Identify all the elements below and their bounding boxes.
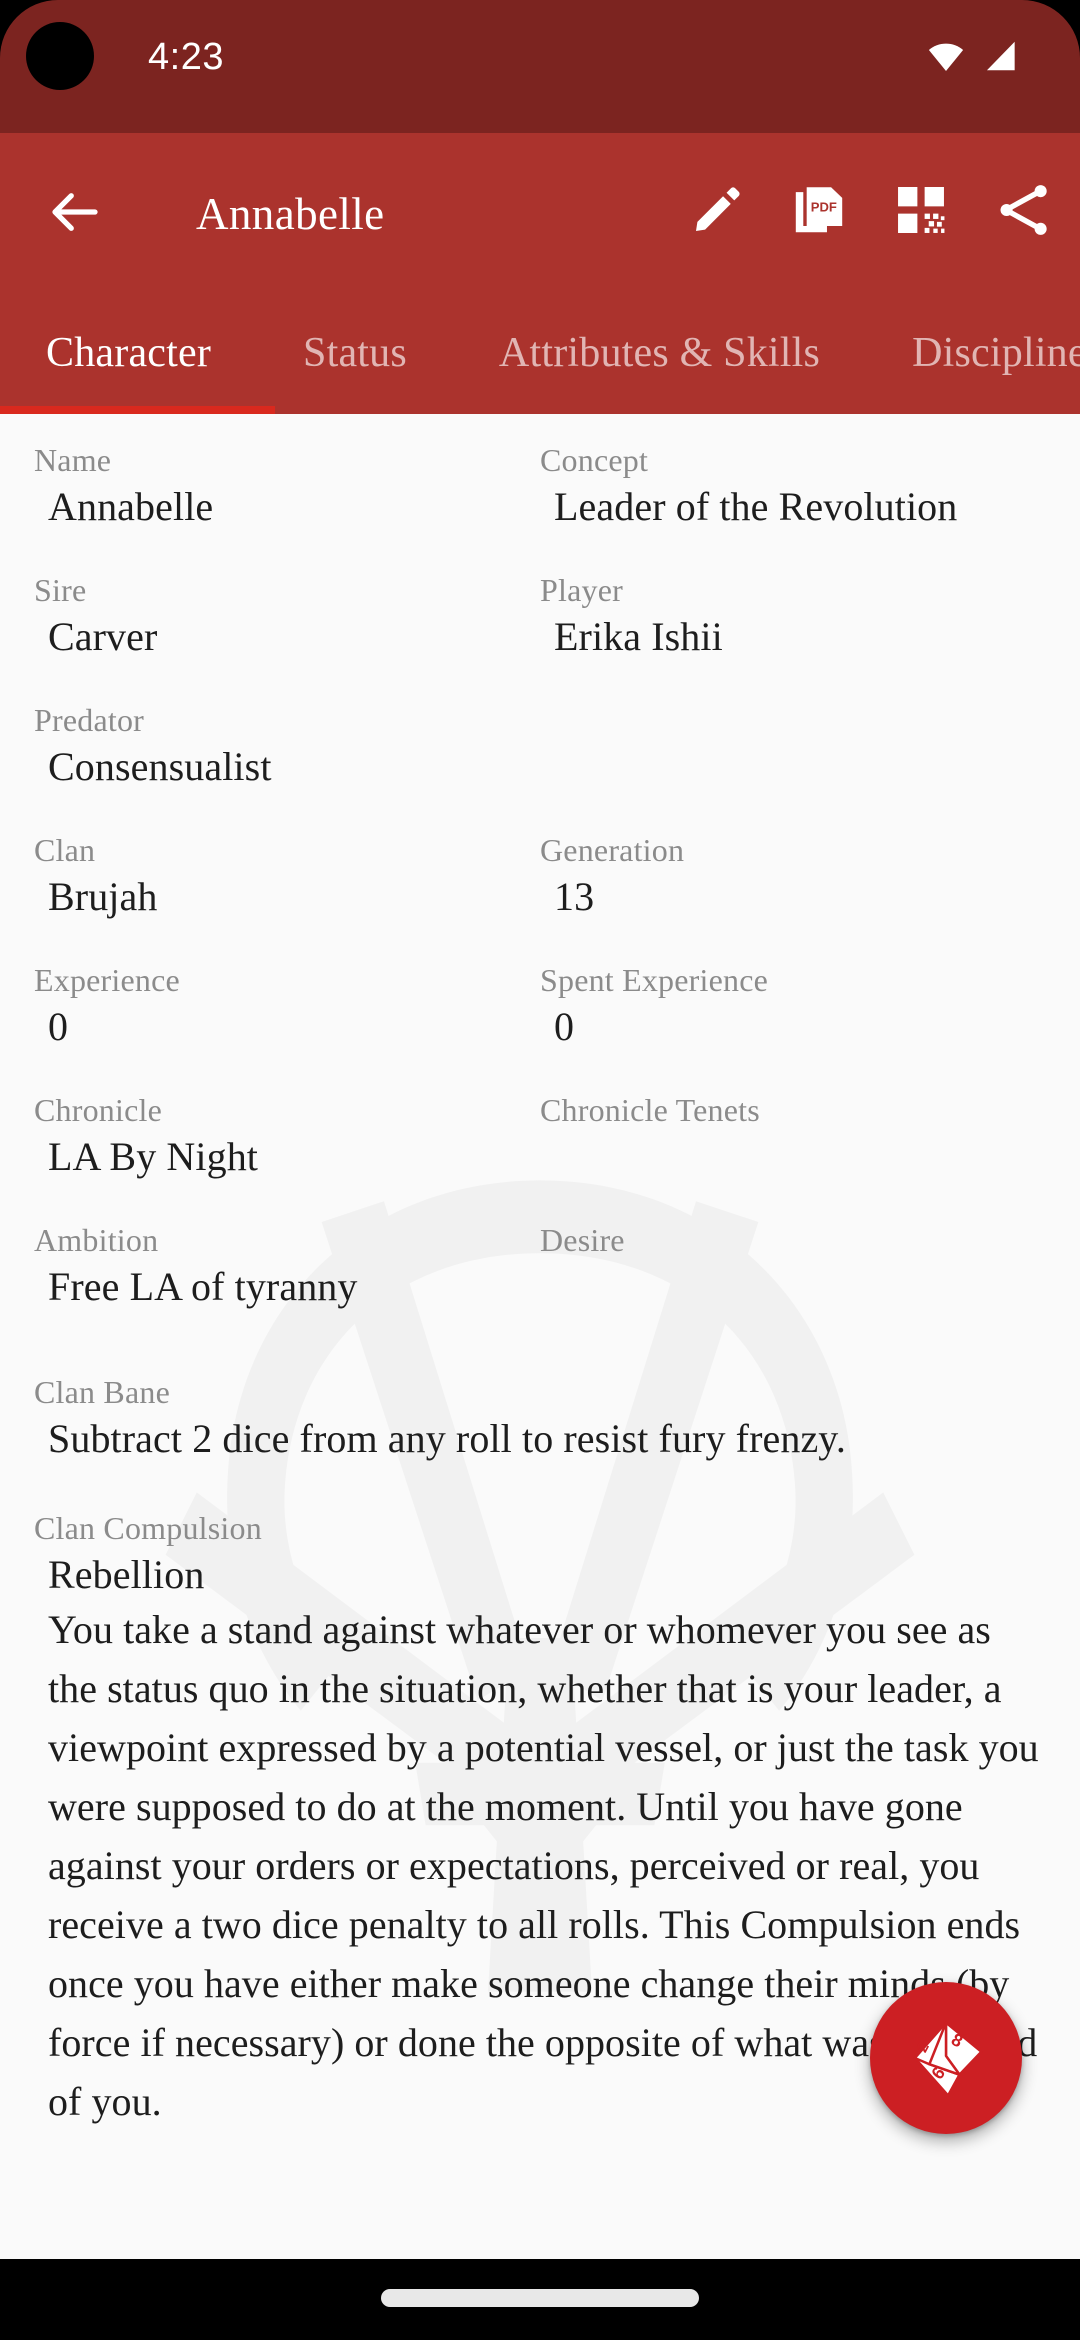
app-bar-actions: PDF xyxy=(686,179,1054,241)
field-label-player: Player xyxy=(540,572,623,608)
tab-strip[interactable]: Character Status Attributes & Skills Dis… xyxy=(0,292,1080,414)
field-label-sire: Sire xyxy=(34,572,87,608)
row-sire-player: Sire Carver Player Erika Ishii xyxy=(34,568,1046,662)
field-label-generation: Generation xyxy=(540,832,685,868)
field-value-sire: Carver xyxy=(48,614,158,659)
field-value-clan-compulsion-name: Rebellion xyxy=(48,1552,205,1597)
field-player: Player Erika Ishii xyxy=(540,568,1046,662)
edit-icon xyxy=(696,187,740,231)
status-bar-clock: 4:23 xyxy=(148,36,224,78)
field-label-clan-compulsion: Clan Compulsion xyxy=(34,1510,262,1546)
back-arrow-icon xyxy=(52,193,98,231)
field-experience: Experience 0 xyxy=(34,958,540,1052)
field-label-predator: Predator xyxy=(34,702,145,738)
svg-text:PDF: PDF xyxy=(811,199,837,214)
field-value-ambition: Free LA of tyranny xyxy=(48,1264,358,1309)
home-indicator[interactable] xyxy=(381,2289,699,2307)
row-chronicle: Chronicle LA By Night Chronicle Tenets xyxy=(34,1088,1046,1182)
field-clan: Clan Brujah xyxy=(34,828,540,922)
share-button[interactable] xyxy=(992,179,1054,241)
field-value-spent-experience: 0 xyxy=(554,1004,575,1049)
status-bar-icons xyxy=(926,37,1022,75)
tab-disciplines[interactable]: Disciplines xyxy=(866,292,1080,414)
qr-code-button[interactable] xyxy=(890,179,952,241)
field-concept: Concept Leader of the Revolution xyxy=(540,438,1046,532)
field-value-predator: Consensualist xyxy=(48,744,272,789)
field-clan-bane: Clan Bane Subtract 2 dice from any roll … xyxy=(34,1370,1046,1464)
page-title: Annabelle xyxy=(196,189,385,239)
back-button[interactable] xyxy=(42,179,108,245)
field-value-chronicle: LA By Night xyxy=(48,1134,259,1179)
camera-punch-hole xyxy=(26,22,94,90)
field-value-chronicle-tenets xyxy=(540,1132,1046,1138)
row-ambition-desire: Ambition Free LA of tyranny Desire xyxy=(34,1218,1046,1312)
active-tab-indicator xyxy=(0,406,275,414)
field-label-clan: Clan xyxy=(34,832,96,868)
system-navigation-bar xyxy=(0,2259,1080,2340)
share-icon xyxy=(1000,185,1047,235)
field-predator: Predator Consensualist xyxy=(34,698,540,792)
pdf-export-button[interactable]: PDF xyxy=(788,179,850,241)
field-value-generation: 13 xyxy=(554,874,595,919)
field-label-concept: Concept xyxy=(540,442,649,478)
field-generation: Generation 13 xyxy=(540,828,1046,922)
wifi-icon xyxy=(928,43,964,72)
field-label-chronicle-tenets: Chronicle Tenets xyxy=(540,1092,760,1128)
field-value-desire xyxy=(540,1262,1046,1268)
dice-d10-icon: 8 2 6 xyxy=(913,2021,983,2097)
field-label-clan-bane: Clan Bane xyxy=(34,1374,170,1410)
phone-screen: 4:23 Annabelle PDF Character Status Attr… xyxy=(0,0,1080,2340)
field-ambition: Ambition Free LA of tyranny xyxy=(34,1218,540,1312)
field-label-desire: Desire xyxy=(540,1222,625,1258)
roll-dice-fab[interactable]: 8 2 6 xyxy=(870,1982,1022,2134)
row-predator: Predator Consensualist xyxy=(34,698,1046,792)
tab-status[interactable]: Status xyxy=(257,292,453,414)
edit-button[interactable] xyxy=(686,179,748,241)
field-value-clan: Brujah xyxy=(48,874,158,919)
tab-character[interactable]: Character xyxy=(0,292,257,414)
field-value-player: Erika Ishii xyxy=(554,614,723,659)
field-desire: Desire xyxy=(540,1218,1046,1312)
field-value-concept: Leader of the Revolution xyxy=(554,484,958,529)
field-label-spent-experience: Spent Experience xyxy=(540,962,768,998)
field-chronicle: Chronicle LA By Night xyxy=(34,1088,540,1182)
tab-attributes-skills[interactable]: Attributes & Skills xyxy=(453,292,866,414)
pdf-icon: PDF xyxy=(795,187,843,233)
row-clan-bane: Clan Bane Subtract 2 dice from any roll … xyxy=(34,1370,1046,1464)
field-value-experience: 0 xyxy=(48,1004,69,1049)
status-bar: 4:23 xyxy=(0,0,1080,133)
field-name: Name Annabelle xyxy=(34,438,540,532)
field-sire: Sire Carver xyxy=(34,568,540,662)
field-chronicle-tenets: Chronicle Tenets xyxy=(540,1088,1046,1182)
field-value-clan-bane: Subtract 2 dice from any roll to resist … xyxy=(48,1416,846,1461)
field-label-ambition: Ambition xyxy=(34,1222,159,1258)
tab-bar: Character Status Attributes & Skills Dis… xyxy=(0,292,1080,414)
field-label-experience: Experience xyxy=(34,962,180,998)
field-predator-empty xyxy=(540,698,1046,792)
cell-signal-icon xyxy=(986,41,1015,71)
row-clan-generation: Clan Brujah Generation 13 xyxy=(34,828,1046,922)
field-value-name: Annabelle xyxy=(48,484,214,529)
character-sheet-content[interactable]: Name Annabelle Concept Leader of the Rev… xyxy=(0,414,1080,2259)
row-name-concept: Name Annabelle Concept Leader of the Rev… xyxy=(34,438,1046,532)
field-label-name: Name xyxy=(34,442,112,478)
row-experience: Experience 0 Spent Experience 0 xyxy=(34,958,1046,1052)
qr-icon xyxy=(898,187,945,233)
field-label-chronicle: Chronicle xyxy=(34,1092,162,1128)
field-spent-experience: Spent Experience 0 xyxy=(540,958,1046,1052)
app-bar: Annabelle PDF xyxy=(0,133,1080,292)
field-list: Name Annabelle Concept Leader of the Rev… xyxy=(0,414,1080,2131)
